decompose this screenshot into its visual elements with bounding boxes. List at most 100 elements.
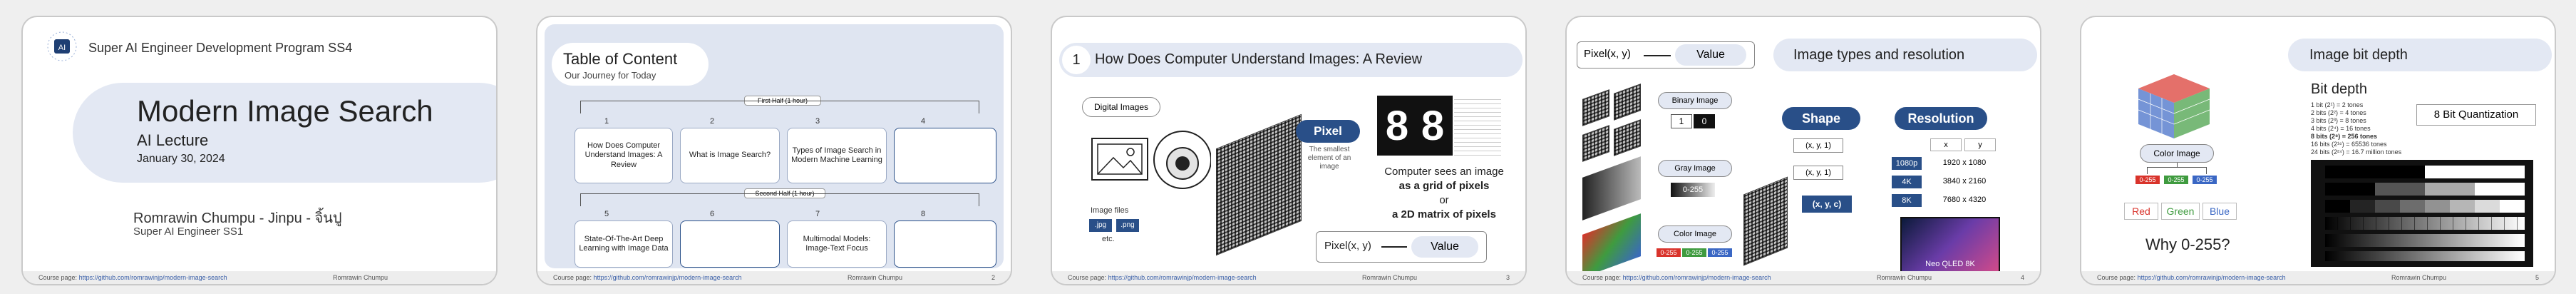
digit-matrix-image bbox=[1454, 96, 1501, 156]
toc-item[interactable]: State-Of-The-Art Deep Learning with Imag… bbox=[575, 220, 673, 268]
slide-footer: Course page: https://github.com/romrawin… bbox=[1567, 271, 2040, 284]
gray-image-thumb bbox=[1582, 156, 1641, 220]
binary-image-thumb bbox=[1582, 89, 1609, 126]
shape-binary: (x, y, 1) bbox=[1793, 138, 1843, 153]
slide-footer: Course page: https://github.com/romrawin… bbox=[537, 271, 1011, 284]
section-num: 1 bbox=[1062, 46, 1091, 74]
bit-depth-list: 1 bit (2¹) = 2 tones 2 bits (2²) = 4 ton… bbox=[2311, 101, 2401, 156]
toc-subtitle: Our Journey for Today bbox=[565, 70, 656, 81]
binary-zero: 0 bbox=[1694, 114, 1715, 128]
toc-item[interactable]: How Does Computer Understand Images: A R… bbox=[575, 128, 673, 183]
section-title: Image types and resolution bbox=[1793, 47, 1965, 63]
res-name: 4K bbox=[1892, 176, 1922, 188]
course-link[interactable]: https://github.com/romrawinjp/modern-ima… bbox=[79, 274, 227, 281]
etc-label: etc. bbox=[1102, 235, 1115, 243]
slide-footer: Course page: https://github.com/romrawin… bbox=[1052, 271, 1525, 284]
page-title: Modern Image Search bbox=[137, 94, 433, 128]
why-question: Why 0-255? bbox=[2145, 235, 2230, 253]
color-image-label: Color Image bbox=[2140, 144, 2214, 163]
sees-line-3: or bbox=[1439, 194, 1449, 206]
bit-line: 3 bits (2³) = 8 tones bbox=[2311, 117, 2366, 124]
lecture-date: January 30, 2024 bbox=[137, 153, 225, 165]
slide-bit-depth[interactable]: Image bit depth Color Image 0-255 0-255 … bbox=[2080, 16, 2556, 285]
bit-line: 8 bits (2⁸) = 256 tones bbox=[2311, 133, 2378, 140]
slide-strip: AI Super AI Engineer Development Program… bbox=[0, 0, 2576, 294]
res-col-x: x bbox=[1930, 138, 1962, 151]
course-link[interactable]: https://github.com/romrawinjp/modern-ima… bbox=[594, 274, 742, 281]
slide-footer: Course page: https://github.com/romrawin… bbox=[23, 271, 496, 284]
slide-table-of-content[interactable]: Table of Content Our Journey for Today F… bbox=[536, 16, 1012, 285]
toc-num: 2 bbox=[709, 117, 715, 126]
blue-channel-range: 0-255 bbox=[1708, 248, 1732, 257]
toc-num: 1 bbox=[604, 117, 609, 126]
tone-ramp-4bit bbox=[2325, 217, 2525, 230]
res-name: 8K bbox=[1892, 194, 1922, 207]
blue-label: Blue bbox=[2203, 203, 2237, 220]
red-label: Red bbox=[2124, 203, 2158, 220]
toc-num: 8 bbox=[920, 210, 926, 218]
branch-stem bbox=[2177, 163, 2178, 167]
slide-title[interactable]: AI Super AI Engineer Development Program… bbox=[21, 16, 498, 285]
res-name: 1080p bbox=[1892, 157, 1922, 170]
tone-ramp-panel bbox=[2311, 160, 2533, 267]
gray-image-label: Gray Image bbox=[1658, 160, 1732, 177]
toc-title: Table of Content bbox=[563, 50, 678, 68]
tone-ramp-2bit bbox=[2325, 183, 2525, 196]
slide-footer: Course page: https://github.com/romrawin… bbox=[2081, 271, 2555, 284]
section-title: How Does Computer Understand Images: A R… bbox=[1095, 51, 1423, 67]
res-value: 1920 x 1080 bbox=[1942, 158, 1987, 167]
course-link[interactable]: https://github.com/romrawinjp/modern-ima… bbox=[1623, 274, 1771, 281]
page-number: 3 bbox=[1505, 274, 1510, 281]
binary-image-thumb bbox=[1614, 83, 1641, 121]
toc-num: 3 bbox=[815, 117, 820, 126]
shape-color: (x, y, c) bbox=[1802, 196, 1852, 213]
slide-computer-images[interactable]: 1 How Does Computer Understand Images: A… bbox=[1051, 16, 1527, 285]
color-pixel-grid bbox=[1743, 176, 1788, 266]
course-link[interactable]: https://github.com/romrawinjp/modern-ima… bbox=[2138, 274, 2286, 281]
toc-item[interactable]: Types of Image Search in Modern Machine … bbox=[787, 128, 887, 183]
toc-item-hands-on[interactable]: Hands-On #3 Image-Text Segmentation Sear… bbox=[894, 220, 996, 268]
green-channel-range: 0-255 bbox=[2164, 176, 2188, 184]
course-link[interactable]: https://github.com/romrawinjp/modern-ima… bbox=[1108, 274, 1257, 281]
gray-range: 0-255 bbox=[1671, 183, 1715, 197]
jpg-badge: .jpg bbox=[1089, 219, 1112, 232]
tone-ramp-16bit bbox=[2325, 251, 2525, 261]
red-channel-range: 0-255 bbox=[1657, 248, 1681, 257]
binary-one: 1 bbox=[1671, 114, 1692, 128]
binary-image-label: Binary Image bbox=[1658, 92, 1732, 109]
slide-image-types[interactable]: Pixel(x, y) Value Image types and resolu… bbox=[1565, 16, 2041, 285]
binary-digits-image: 8 8 bbox=[1377, 96, 1453, 156]
program-logo-icon: AI bbox=[46, 30, 78, 63]
tone-ramp-3bit bbox=[2325, 200, 2525, 213]
arrow-icon bbox=[1644, 55, 1671, 56]
bit-line: 1 bit (2¹) = 2 tones bbox=[2311, 101, 2364, 108]
toc-item-hands-on[interactable]: Hands-On #2 Image-Text Search (CLIP) bbox=[680, 220, 780, 268]
rgb-cube-icon bbox=[2117, 60, 2224, 146]
toc-item[interactable]: What is Image Search? bbox=[680, 128, 780, 183]
tone-ramp-8bit bbox=[2325, 234, 2525, 247]
section-title: Image bit depth bbox=[2309, 47, 2408, 63]
pixel-grid bbox=[1216, 113, 1302, 256]
binary-image-thumb bbox=[1614, 119, 1641, 156]
sees-line-1: Computer sees an image bbox=[1384, 166, 1504, 178]
red-channel-range: 0-255 bbox=[2135, 176, 2160, 184]
toc-item-hands-on[interactable]: Hands-On #1 Image Search Image (CBIR) bbox=[894, 128, 996, 183]
lecture-label: AI Lecture bbox=[137, 131, 209, 149]
resolution-label: Resolution bbox=[1895, 107, 1987, 130]
res-value: 7680 x 4320 bbox=[1942, 196, 1987, 204]
green-channel-range: 0-255 bbox=[1682, 248, 1706, 257]
toc-num: 7 bbox=[815, 210, 820, 218]
bit-depth-heading: Bit depth bbox=[2311, 81, 2367, 97]
value-label: Value bbox=[1675, 44, 1746, 66]
tv-label: Neo QLED 8K bbox=[1925, 260, 1975, 268]
res-value: 3840 x 2160 bbox=[1942, 177, 1987, 186]
pixel-xy-label: Pixel(x, y) bbox=[1584, 48, 1631, 60]
program-name: Super AI Engineer Development Program SS… bbox=[88, 41, 353, 55]
svg-text:AI: AI bbox=[58, 44, 66, 52]
shape-label: Shape bbox=[1782, 107, 1860, 130]
toc-item[interactable]: Multimodal Models: Image-Text Focus bbox=[787, 220, 887, 268]
bit-line: 4 bits (2⁴) = 16 tones bbox=[2311, 125, 2371, 132]
digital-images-label: Digital Images bbox=[1082, 97, 1160, 117]
toc-num: 5 bbox=[604, 210, 609, 218]
pixel-xy-label: Pixel(x, y) bbox=[1324, 240, 1371, 252]
